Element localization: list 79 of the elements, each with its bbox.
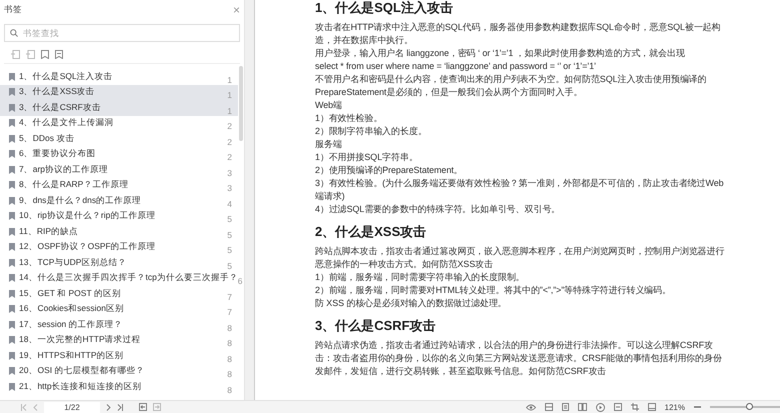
page-number: 2 bbox=[226, 121, 232, 132]
page-number: 8 bbox=[226, 354, 232, 364]
bookmark-item[interactable]: 20、OSI 的七层模型都有哪些？ 8 bbox=[0, 364, 238, 379]
paragraph: 攻击者在HTTP请求中注入恶意的SQL代码，服务器使用参数构建数据库SQL命令时，恶意SQL被一起构造，并在数据库中执行。 bbox=[315, 21, 722, 47]
eye-icon[interactable] bbox=[526, 404, 536, 410]
bookmark-item[interactable]: 18、一次完整的HTTP请求过程 8 bbox=[0, 332, 238, 348]
search-field[interactable]: 书签查找 bbox=[4, 24, 240, 42]
bookmark-item[interactable]: 5、DDos 攻击 2 bbox=[0, 131, 238, 146]
bookmark-item[interactable]: 3、什么是CSRF攻击 1 bbox=[0, 100, 238, 116]
page-number: 6 bbox=[238, 276, 243, 286]
fit-page-icon[interactable] bbox=[648, 403, 656, 411]
crop-icon[interactable] bbox=[630, 403, 639, 411]
section-heading: 2、什么是XSS攻击 bbox=[315, 224, 428, 240]
page-number: 7 bbox=[226, 292, 232, 302]
two-page-icon[interactable] bbox=[578, 403, 587, 411]
paragraph: 跨站点脚本攻击，指攻击者通过篡改网页，嵌入恶意脚本程序，在用户浏览网页时，控制用户浏览器进行恶意操作的一种攻击方式。如何防范XSS攻击 bbox=[315, 245, 726, 271]
page-number: 8 bbox=[226, 338, 232, 348]
bookmark-item[interactable]: 10、rip协议是什么？rip的工作原理 5 bbox=[0, 208, 238, 224]
paragraph: 1）不用拼接SQL字符串。 bbox=[315, 151, 419, 164]
paragraph: 3）有效性检验。(为什么服务端还要做有效性检验？第一准则，外部都是不可信的，防止攻击者绕过Web端请求) bbox=[315, 177, 725, 203]
paragraph: 1）前端，服务端，同时需要字符串输入的长度限制。 bbox=[315, 271, 526, 284]
page-number: 5 bbox=[226, 260, 232, 271]
paragraph: select * from user where name = ‘lianggzone’ and password = ‘’ or ‘1’=’1’ bbox=[315, 60, 597, 73]
remove-bookmark-icon[interactable] bbox=[55, 50, 63, 59]
paragraph: 不管用户名和密码是什么内容，使查询出来的用户列表不为空。如何防范SQL注入攻击使用预编译的PrepareStatement是必须的，但是一般我们会从两个方面同时入手。 bbox=[315, 73, 708, 99]
paragraph: 跨站点请求伪造，指攻击者通过跨站请求，以合法的用户的身份进行非法操作。可以这么理解CSRF攻击：攻击者盗用你的身份，以你的名义向第三方网站发送恶意请求。CRSF能做的事情包括利用你的身份发邮件，发短信，进行交易转账，甚至盗取账号信息。如何防范CSRF攻击 bbox=[315, 339, 723, 378]
page-number: 2 bbox=[226, 136, 232, 147]
page-number: 1 bbox=[226, 106, 232, 116]
bookmark-item[interactable]: 13、TCP与UDP区别总结？ 5 bbox=[0, 255, 238, 270]
paragraph: 防 XSS 的核心是必须对输入的数据做过滤处理。 bbox=[315, 297, 508, 310]
section-heading: 1、什么是SQL注入攻击 bbox=[315, 0, 454, 16]
paragraph: 2）前端，服务端，同时需要对HTML转义处理。将其中的”<”,”>”等特殊字符进行转义编码。 bbox=[315, 284, 672, 297]
bookmark-item[interactable]: 7、arp协议的工作原理 3 bbox=[0, 162, 238, 178]
paragraph: 2）限制字符串输入的长度。 bbox=[315, 125, 428, 138]
page-number: 5 bbox=[226, 230, 232, 240]
back-icon[interactable] bbox=[139, 403, 147, 411]
page-number: 5 bbox=[226, 245, 232, 256]
play-icon[interactable] bbox=[596, 402, 605, 412]
page-number: 5 bbox=[226, 214, 232, 224]
page-view-icon[interactable] bbox=[562, 403, 569, 411]
section-heading: 3、什么是CSRF攻击 bbox=[315, 318, 437, 334]
paragraph: 2）使用预编译的PrepareStatement。 bbox=[315, 164, 464, 177]
page-number: 3 bbox=[226, 183, 232, 194]
bookmark-item[interactable]: 15、GET 和 POST 的区别 7 bbox=[0, 286, 238, 302]
zoom-level[interactable]: 121% bbox=[664, 402, 685, 412]
bookmark-item[interactable]: 19、HTTPS和HTTP的区别 8 bbox=[0, 348, 238, 364]
paragraph: 用户登录，输入用户名 lianggzone，密码 ‘ or ‘1’=’1 ，如果此时使用参数构造的方式，就会出现 bbox=[315, 47, 686, 60]
page-number: 8 bbox=[226, 384, 232, 395]
page-number: 3 bbox=[226, 168, 232, 178]
bookmark-item[interactable]: 12、OSPF协议？OSPF的工作原理 5 bbox=[0, 240, 238, 255]
bookmark-item[interactable]: 17、session 的工作原理？ 8 bbox=[0, 317, 238, 332]
bookmark-item[interactable]: 4、什么是文件上传漏洞 2 bbox=[0, 116, 238, 131]
bookmark-item[interactable]: 11、RIP的缺点 5 bbox=[0, 224, 238, 240]
fit-width-icon[interactable] bbox=[614, 403, 622, 411]
page-number: 8 bbox=[226, 322, 232, 333]
bookmark-item[interactable]: 3、什么是XSS攻击 1 bbox=[0, 84, 238, 100]
page-number: 7 bbox=[226, 307, 232, 318]
last-page-icon[interactable] bbox=[117, 404, 123, 410]
paragraph: 服务端 bbox=[315, 138, 343, 151]
paragraph: 4）过滤SQL需要的参数中的特殊字符。比如单引号、双引号。 bbox=[315, 203, 562, 216]
slider-thumb[interactable] bbox=[746, 403, 754, 410]
bookmark-item[interactable]: 21、http长连接和短连接的区别 8 bbox=[0, 379, 238, 394]
page-number: 4 bbox=[226, 198, 232, 209]
bookmark-item[interactable]: 6、重要协议分布图 2 bbox=[0, 146, 238, 162]
bookmark-item[interactable]: 16、Cookies和session区别 7 bbox=[0, 302, 238, 317]
bookmark-item[interactable]: 1、什么是SQL注入攻击 1 bbox=[0, 69, 238, 84]
paragraph: 1）有效性检验。 bbox=[315, 112, 384, 125]
panel-title: 书签 bbox=[4, 4, 22, 16]
next-page-icon[interactable] bbox=[106, 404, 111, 410]
paragraph: Web端 bbox=[315, 99, 343, 112]
bookmark-item[interactable]: 9、dns是什么？dns的工作原理 4 bbox=[0, 193, 238, 208]
single-page-icon[interactable] bbox=[544, 403, 553, 411]
add-bookmark-icon[interactable] bbox=[41, 50, 49, 59]
page-number: 1 bbox=[226, 90, 232, 100]
page-number: 8 bbox=[226, 369, 232, 380]
bookmark-item[interactable]: 8、什么是RARP？工作原理 3 bbox=[0, 178, 238, 193]
page-number: 2 bbox=[226, 152, 232, 162]
page-field[interactable]: 1/22 bbox=[44, 402, 100, 412]
page-number: 1 bbox=[226, 74, 232, 85]
